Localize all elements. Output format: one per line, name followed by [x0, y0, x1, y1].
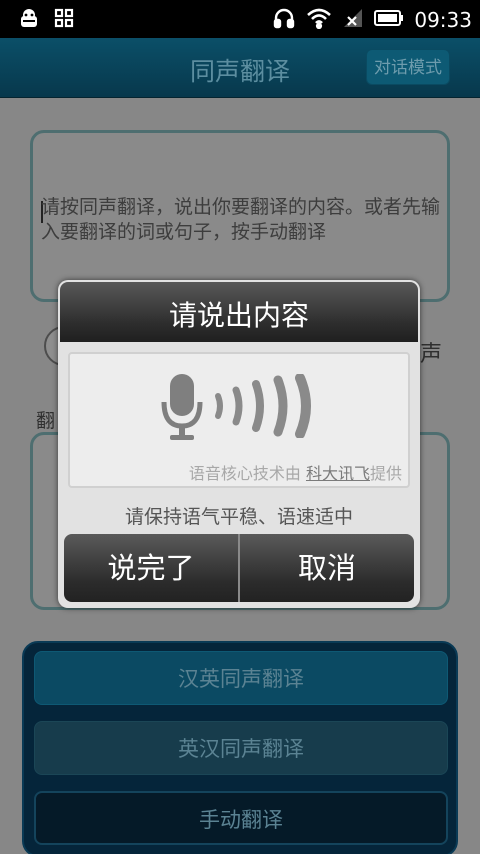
sound-wave-icon — [210, 373, 320, 442]
source-text-input[interactable]: 请按同声翻译，说出你要翻译的内容。或者先输入要翻译的词或句子，按手动翻译 — [30, 130, 450, 302]
credit-suffix: 提供 — [369, 464, 402, 483]
manual-translate-button[interactable]: 手动翻译 — [34, 791, 448, 845]
dialog-title: 请说出内容 — [168, 299, 309, 332]
radio-label-fragment: 声 — [420, 342, 443, 367]
dialog-header: 请说出内容 — [60, 282, 418, 342]
dialog-button-row: 说完了 取消 — [64, 534, 414, 602]
result-label: 翻 — [36, 410, 56, 432]
cancel-button[interactable]: 取消 — [238, 534, 414, 602]
app-header: 同声翻译 对话模式 — [0, 38, 480, 98]
done-speaking-button[interactable]: 说完了 — [64, 534, 238, 602]
qr-grid-icon — [54, 8, 74, 34]
cn-en-simultaneous-button[interactable]: 汉英同声翻译 — [34, 651, 448, 705]
voice-input-dialog: 请说出内容 语音核心技术由 科大讯飞提供 请保持语气平稳、语速适中 说完了 取消 — [58, 280, 420, 608]
dialog-mode-button[interactable]: 对话模式 — [366, 49, 450, 85]
wifi-icon — [306, 7, 332, 33]
translate-button-panel: 汉英同声翻译 英汉同声翻译 手动翻译 — [22, 641, 458, 854]
tech-credit: 语音核心技术由 科大讯飞提供 — [189, 460, 402, 484]
voice-indicator-area: 语音核心技术由 科大讯飞提供 — [68, 352, 410, 488]
credit-prefix: 语音核心技术由 — [188, 464, 306, 483]
en-cn-simultaneous-button[interactable]: 英汉同声翻译 — [34, 721, 448, 775]
battery-icon — [374, 9, 404, 31]
status-bar: 09:33 — [0, 0, 480, 38]
input-placeholder: 请按同声翻译，说出你要翻译的内容。或者先输入要翻译的词或句子，按手动翻译 — [41, 196, 441, 243]
speaking-hint: 请保持语气平稳、语速适中 — [124, 506, 353, 528]
headphones-icon — [272, 6, 296, 34]
signal-icon — [342, 7, 364, 33]
android-debug-icon — [18, 8, 40, 34]
clock: 09:33 — [414, 8, 472, 32]
iflytek-link[interactable]: 科大讯飞 — [306, 464, 370, 483]
microphone-icon — [158, 372, 208, 448]
